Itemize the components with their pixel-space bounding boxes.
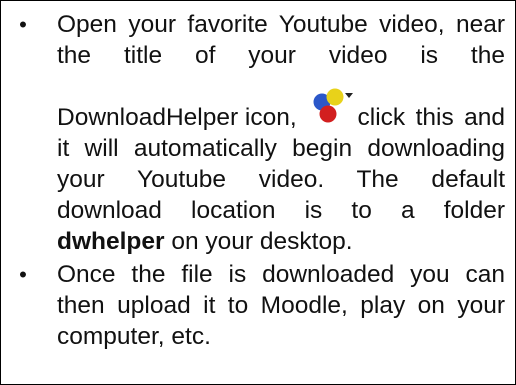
list-item: • Open your favorite Youtube video, near… [1, 9, 516, 257]
bullet-icon: • [19, 12, 27, 37]
item-1-text-a: Open your favorite Youtube video, near t… [57, 11, 505, 69]
document-frame: • Open your favorite Youtube video, near… [0, 0, 516, 385]
folder-name: dwhelper [57, 228, 165, 255]
item-1-text-b: DownloadHelper icon, [57, 104, 297, 131]
icon-line: DownloadHelper icon, [57, 87, 358, 133]
item-1-text-d: on your desktop. [171, 228, 353, 255]
bullet-icon: • [19, 262, 27, 287]
instruction-list: • Open your favorite Youtube video, near… [1, 9, 516, 352]
list-item: • Once the file is downloaded you can th… [1, 259, 516, 352]
item-2-text: Once the file is downloaded you can then… [57, 261, 505, 350]
downloadhelper-icon [313, 88, 353, 123]
